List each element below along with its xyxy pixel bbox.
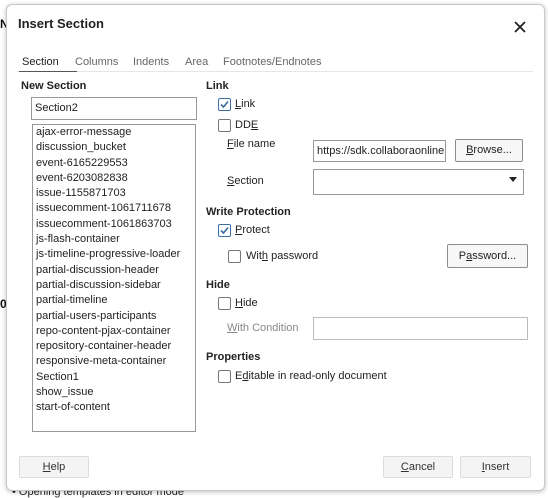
- editable-checkbox[interactable]: [218, 370, 231, 383]
- dde-label: DDE: [235, 119, 259, 131]
- list-item[interactable]: partial-users-participants: [33, 309, 195, 324]
- with-password-label: With password: [246, 250, 319, 262]
- list-item[interactable]: partial-discussion-header: [33, 263, 195, 278]
- list-item[interactable]: ajax-error-message: [33, 125, 195, 140]
- list-item[interactable]: js-flash-container: [33, 232, 195, 247]
- tab-columns[interactable]: Columns: [75, 56, 118, 68]
- close-icon[interactable]: [510, 17, 530, 37]
- tab-section[interactable]: Section: [22, 56, 59, 68]
- list-item[interactable]: responsive-meta-container: [33, 354, 195, 369]
- tab-area[interactable]: Area: [185, 56, 208, 68]
- file-name-input[interactable]: https://sdk.collaboraonline: [313, 140, 446, 162]
- insert-section-dialog: Insert Section Section Columns Indents A…: [6, 4, 545, 491]
- password-button[interactable]: Password...: [447, 244, 528, 268]
- browse-button[interactable]: Browse...: [455, 139, 523, 162]
- properties-heading: Properties: [206, 351, 261, 363]
- section-name-input[interactable]: Section2: [31, 97, 197, 120]
- list-item[interactable]: repository-container-header: [33, 339, 195, 354]
- protect-checkbox[interactable]: [218, 224, 231, 237]
- list-item[interactable]: issue-1155871703: [33, 186, 195, 201]
- list-item[interactable]: event-6165229553: [33, 156, 195, 171]
- new-section-heading: New Section: [21, 80, 87, 92]
- link-heading: Link: [206, 80, 229, 92]
- insert-button[interactable]: Insert: [460, 456, 531, 478]
- link-checkbox[interactable]: [218, 98, 231, 111]
- active-tab-indicator: [19, 71, 77, 72]
- file-name-label: File name: [227, 138, 276, 150]
- protect-label: Protect: [235, 224, 270, 236]
- hide-heading: Hide: [206, 279, 230, 291]
- list-item[interactable]: show_issue: [33, 385, 195, 400]
- list-item[interactable]: event-6203082838: [33, 171, 195, 186]
- tab-indents[interactable]: Indents: [133, 56, 169, 68]
- section-select[interactable]: [313, 169, 524, 195]
- hide-label: Hide: [235, 297, 258, 309]
- dialog-title: Insert Section: [18, 16, 104, 31]
- hide-checkbox[interactable]: [218, 297, 231, 310]
- list-item[interactable]: start-of-content: [33, 400, 195, 415]
- list-item[interactable]: Section1: [33, 370, 195, 385]
- list-item[interactable]: js-timeline-progressive-loader: [33, 247, 195, 262]
- list-item[interactable]: issuecomment-1061711678: [33, 201, 195, 216]
- with-password-checkbox[interactable]: [228, 250, 241, 263]
- condition-input[interactable]: [313, 317, 528, 340]
- write-protection-heading: Write Protection: [206, 206, 291, 218]
- list-item[interactable]: discussion_bucket: [33, 140, 195, 155]
- dde-checkbox[interactable]: [218, 119, 231, 132]
- link-label: Link: [235, 98, 256, 110]
- cancel-button[interactable]: Cancel: [383, 456, 453, 478]
- list-item[interactable]: issuecomment-1061863703: [33, 217, 195, 232]
- editable-label: Editable in read-only document: [235, 370, 387, 382]
- list-item[interactable]: repo-content-pjax-container: [33, 324, 195, 339]
- tab-divider: [17, 71, 533, 72]
- list-item[interactable]: partial-timeline: [33, 293, 195, 308]
- list-item[interactable]: partial-discussion-sidebar: [33, 278, 195, 293]
- section-list[interactable]: ajax-error-message discussion_bucket eve…: [32, 124, 196, 432]
- section-label: Section: [227, 175, 264, 187]
- help-button[interactable]: Help: [19, 456, 89, 478]
- chevron-down-icon: [509, 177, 517, 182]
- with-condition-label: With Condition: [227, 322, 299, 334]
- tab-footnotes-endnotes[interactable]: Footnotes/Endnotes: [223, 56, 321, 68]
